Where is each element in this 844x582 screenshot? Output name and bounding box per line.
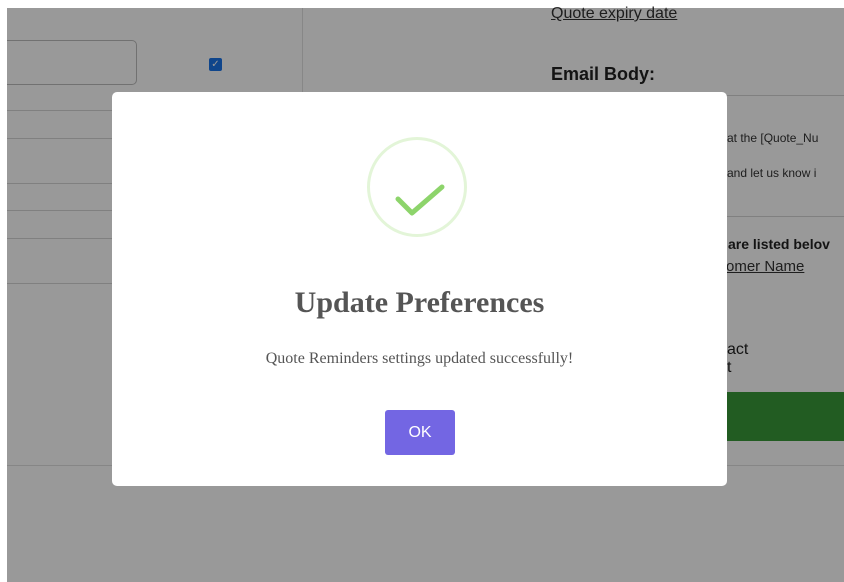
ok-button[interactable]: OK bbox=[385, 410, 455, 455]
check-icon bbox=[395, 184, 445, 216]
check-circle-icon bbox=[367, 137, 467, 237]
dialog-message: Quote Reminders settings updated success… bbox=[265, 350, 574, 367]
page-left-edge bbox=[0, 0, 7, 582]
dialog-title: Update Preferences bbox=[294, 286, 545, 319]
update-preferences-dialog: Update Preferences Quote Reminders setti… bbox=[112, 92, 727, 486]
